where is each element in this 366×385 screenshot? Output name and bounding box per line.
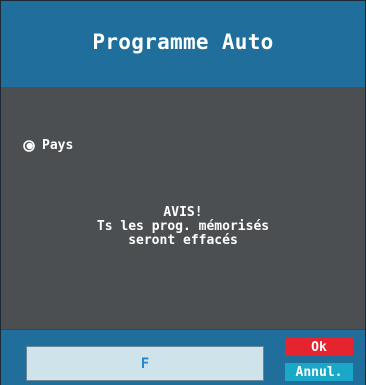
dialog-header: Programme Auto (1, 1, 365, 87)
notice-line: Ts les prog. mémorisés (96, 219, 270, 234)
option-pays[interactable]: Pays (23, 138, 73, 153)
dialog-window: Programme Auto Pays AVIS! Ts les prog. m… (0, 0, 366, 385)
dialog-body: Pays AVIS! Ts les prog. mémorisés seront… (1, 87, 365, 329)
country-input[interactable]: F (26, 346, 264, 381)
notice-line: seront effacés (128, 233, 238, 248)
notice-title: AVIS! (163, 205, 203, 220)
radio-selected-icon (23, 139, 35, 152)
dialog-title: Programme Auto (92, 30, 274, 54)
option-label: Pays (42, 138, 74, 153)
cancel-button[interactable]: Annul. (285, 363, 353, 381)
dialog-footer: F Ok Annul. (1, 329, 365, 385)
ok-button[interactable]: Ok (285, 338, 353, 356)
warning-notice: AVIS! Ts les prog. mémorisés seront effa… (1, 206, 365, 248)
